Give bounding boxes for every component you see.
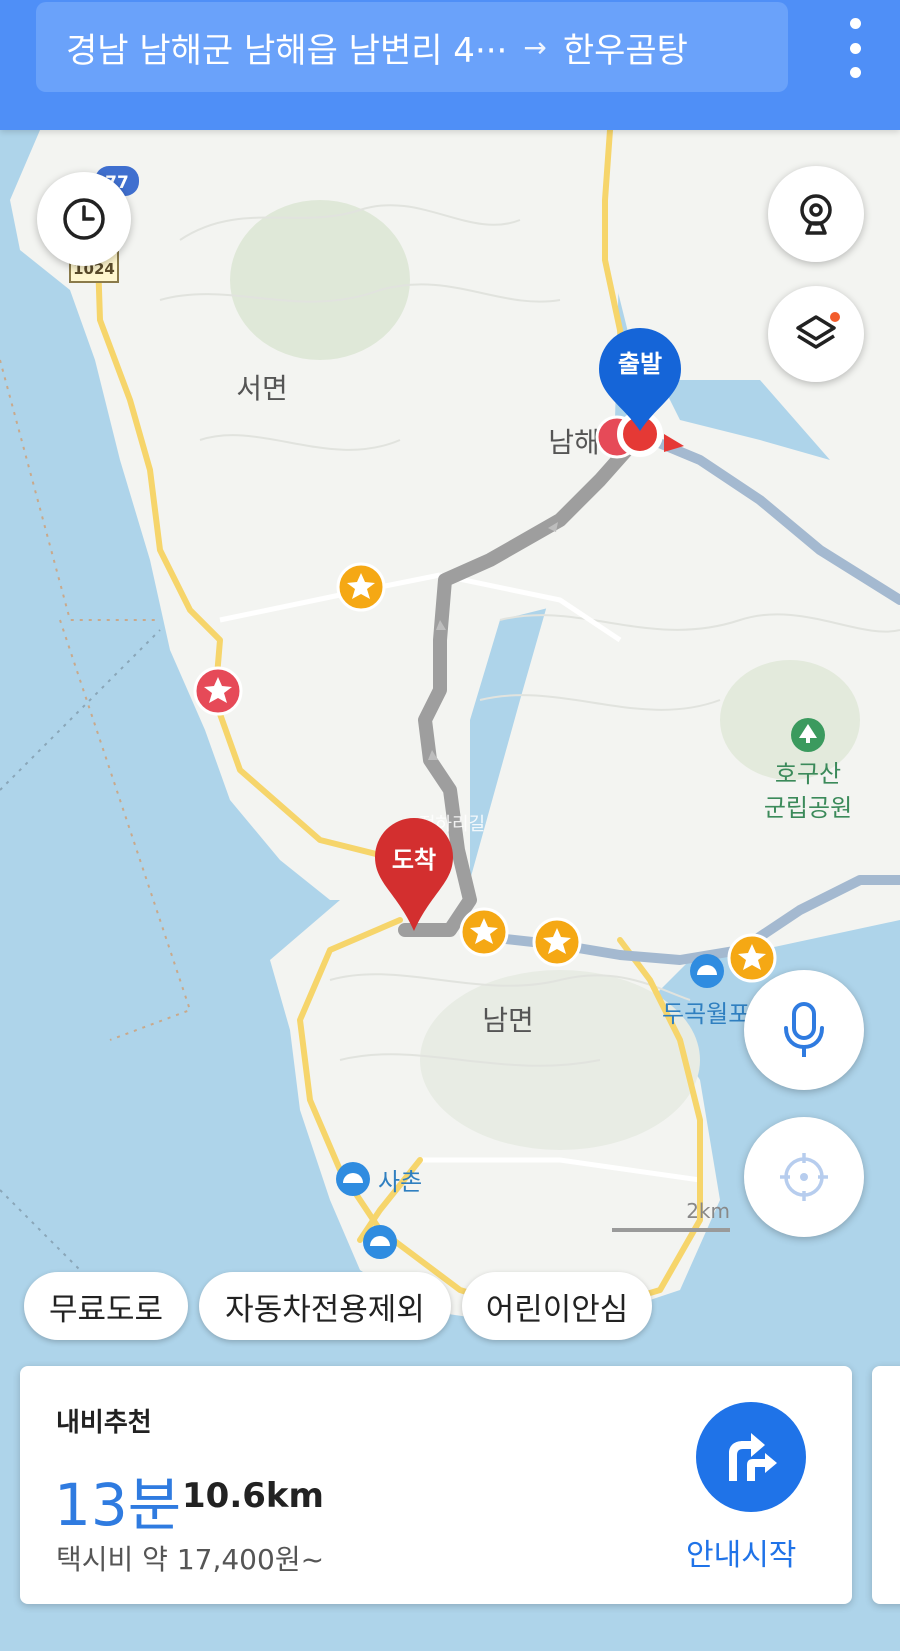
navigation-turn-icon — [729, 1433, 777, 1481]
beach-icon — [690, 954, 724, 988]
label-seomyeon: 서면 — [236, 372, 288, 405]
star-poi-marker — [532, 917, 582, 967]
option-chip-free-road[interactable]: 무료도로 — [24, 1272, 188, 1340]
svg-text:도착: 도착 — [392, 846, 436, 874]
chip-label: 어린이안심 — [485, 1291, 629, 1328]
origin-text: 경남 남해군 남해읍 남변리 4··· — [66, 30, 508, 71]
more-vertical-icon[interactable] — [840, 18, 870, 78]
voice-search-button[interactable] — [744, 970, 864, 1090]
red-poi-marker — [193, 666, 243, 716]
option-chip-child-safe[interactable]: 어린이안심 — [462, 1272, 652, 1340]
top-bar: 경남 남해군 남해읍 남변리 4··· → 한우곰탕 — [0, 0, 900, 130]
route-summary-box[interactable]: 경남 남해군 남해읍 남변리 4··· → 한우곰탕 — [36, 2, 788, 92]
cctv-icon — [800, 194, 832, 235]
microphone-icon — [784, 1002, 824, 1057]
layers-button[interactable] — [768, 286, 864, 382]
arrow-right-icon: → — [523, 30, 547, 64]
label-hogusan-1: 호구산 — [775, 760, 841, 788]
crosshair-icon — [780, 1153, 828, 1201]
chip-label: 무료도로 — [48, 1291, 164, 1328]
svg-text:출발: 출발 — [618, 350, 662, 378]
label-namhae: 남해 — [548, 426, 600, 459]
route-duration: 13분 — [54, 1471, 182, 1539]
route-type-label: 내비추천 — [56, 1408, 152, 1438]
start-navigation-button[interactable] — [696, 1402, 806, 1512]
route-distance: 10.6km — [182, 1476, 324, 1516]
park-icon — [791, 718, 825, 752]
destination-text: 한우곰탕 — [562, 30, 688, 71]
star-poi-marker — [336, 562, 386, 612]
route-card[interactable]: 내비추천 13분 10.6km 택시비 약 17,400원~ 안내시작 — [20, 1366, 852, 1604]
next-route-card[interactable] — [872, 1366, 900, 1604]
label-dugok: 두곡월포 — [662, 1000, 750, 1028]
start-navigation-label[interactable]: 안내시작 — [686, 1530, 796, 1574]
layers-icon — [796, 312, 840, 349]
svg-text:2km: 2km — [686, 1199, 730, 1223]
history-button[interactable] — [37, 172, 131, 266]
option-chip-exclude-motorway[interactable]: 자동차전용제외 — [199, 1272, 451, 1340]
my-location-button[interactable] — [744, 1117, 864, 1237]
label-sachon: 사촌 — [378, 1168, 422, 1196]
cctv-button[interactable] — [768, 166, 864, 262]
label-hogusan-2: 군립공원 — [764, 794, 852, 822]
star-poi-marker — [727, 933, 777, 983]
clock-icon — [63, 198, 105, 240]
taxi-fare: 택시비 약 17,400원~ — [56, 1543, 325, 1576]
label-nammyeon: 남면 — [482, 1004, 534, 1037]
beach-icon — [336, 1162, 370, 1196]
chip-label: 자동차전용제외 — [225, 1291, 425, 1328]
star-poi-marker — [459, 907, 509, 957]
beach-icon — [363, 1225, 397, 1259]
